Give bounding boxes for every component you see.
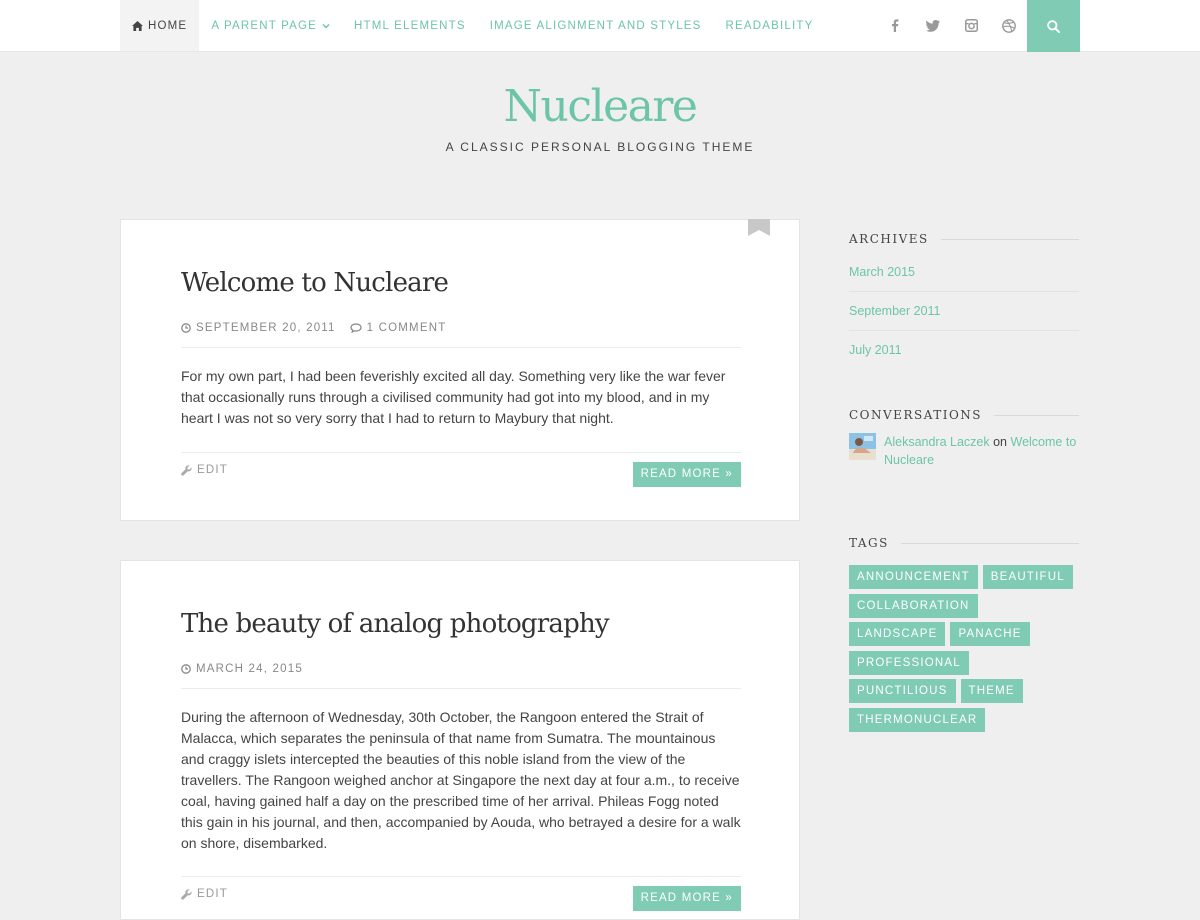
tag-link[interactable]: Collaboration xyxy=(849,593,978,618)
nav-item-home[interactable]: Home xyxy=(120,0,200,51)
tag-link[interactable]: Beautiful xyxy=(982,565,1073,589)
sidebar-tags: Tags Announcement Beautiful Collaboratio… xyxy=(849,535,1079,736)
nav-item-readability[interactable]: Readability xyxy=(714,0,826,51)
nav-item-label: HTML Elements xyxy=(354,19,466,32)
tag-link[interactable]: Thermonuclear xyxy=(849,707,986,732)
clock-icon xyxy=(181,664,191,674)
tag-link[interactable]: Punctilious xyxy=(849,679,956,703)
widget-title: Archives xyxy=(849,231,1079,247)
instagram-icon[interactable] xyxy=(952,0,990,51)
widget-title-text: Tags xyxy=(849,536,889,550)
facebook-icon[interactable] xyxy=(876,0,914,51)
post-title[interactable]: The beauty of analog photography xyxy=(181,609,741,639)
search-button[interactable] xyxy=(1027,0,1080,52)
conversation-item: Aleksandra Laczek on Welcome to Nucleare xyxy=(849,433,1079,469)
edit-link[interactable]: Edit xyxy=(181,464,228,476)
nav-item-label: A Parent Page xyxy=(211,19,318,32)
post-date[interactable]: September 20, 2011 xyxy=(181,322,336,334)
nav-item-label: Home xyxy=(148,19,188,32)
nav-item-label: Readability xyxy=(725,19,814,32)
widget-title-text: Conversations xyxy=(849,408,983,422)
archive-link[interactable]: September 2011 xyxy=(849,292,1079,331)
wrench-icon xyxy=(181,888,192,900)
divider xyxy=(994,414,1079,416)
edit-link[interactable]: Edit xyxy=(181,888,228,900)
post-footer: Edit Read more » xyxy=(181,452,741,487)
nav-item-html-elements[interactable]: HTML Elements xyxy=(342,0,478,51)
conversation-on: on xyxy=(993,435,1008,449)
site-branding: Nucleare A Classic Personal Blogging The… xyxy=(0,78,1200,154)
top-navigation-bar: Home A Parent Page HTML Elements Image A… xyxy=(0,0,1200,52)
site-tagline: A Classic Personal Blogging Theme xyxy=(445,140,755,154)
archive-list: March 2015 September 2011 July 2011 xyxy=(849,253,1079,369)
bookmark-icon xyxy=(748,219,770,236)
tag-link[interactable]: Announcement xyxy=(849,565,978,589)
post-meta: September 20, 2011 1 Comment xyxy=(181,317,741,348)
post-date-text: March 24, 2015 xyxy=(196,663,303,675)
sidebar-archives: Archives March 2015 September 2011 July … xyxy=(849,231,1079,369)
sidebar-conversations: Conversations Aleksandra Laczek on Welco… xyxy=(849,407,1079,469)
edit-label: Edit xyxy=(197,888,228,900)
main-menu: Home A Parent Page HTML Elements Image A… xyxy=(120,0,826,51)
read-more-button[interactable]: Read more » xyxy=(632,461,741,487)
divider xyxy=(940,238,1079,240)
post-card: The beauty of analog photography March 2… xyxy=(120,560,800,920)
avatar[interactable] xyxy=(849,433,876,460)
conversation-text: Aleksandra Laczek on Welcome to Nucleare xyxy=(884,433,1079,469)
edit-label: Edit xyxy=(197,464,228,476)
widget-title-text: Archives xyxy=(849,232,929,246)
site-title[interactable]: Nucleare xyxy=(0,78,1200,136)
home-icon xyxy=(132,20,143,31)
post-title[interactable]: Welcome to Nucleare xyxy=(181,268,741,298)
archive-link[interactable]: March 2015 xyxy=(849,253,1079,292)
tag-link[interactable]: Professional xyxy=(849,650,969,675)
search-icon xyxy=(1047,19,1060,33)
archive-link[interactable]: July 2011 xyxy=(849,331,1079,369)
post-date-text: September 20, 2011 xyxy=(196,322,336,334)
post-meta: March 24, 2015 xyxy=(181,658,741,689)
twitter-icon[interactable] xyxy=(914,0,952,51)
nav-item-parent-page[interactable]: A Parent Page xyxy=(199,0,342,51)
widget-title: Tags xyxy=(849,535,1079,551)
comment-icon xyxy=(350,323,362,333)
tag-cloud: Announcement Beautiful Collaboration Lan… xyxy=(849,565,1079,736)
post-comments-text: 1 Comment xyxy=(366,322,447,334)
social-links xyxy=(876,0,1028,51)
nav-item-image-alignment[interactable]: Image Alignment and Styles xyxy=(478,0,714,51)
comment-author-link[interactable]: Aleksandra Laczek xyxy=(884,435,990,449)
divider xyxy=(900,542,1079,544)
tag-link[interactable]: Panache xyxy=(950,622,1030,646)
tag-link[interactable]: Landscape xyxy=(849,622,946,646)
post-excerpt: For my own part, I had been feverishly e… xyxy=(181,368,726,426)
clock-icon xyxy=(181,323,191,333)
dribbble-icon[interactable] xyxy=(990,0,1028,51)
post-card: Welcome to Nucleare September 20, 2011 1… xyxy=(120,219,800,521)
post-date[interactable]: March 24, 2015 xyxy=(181,663,303,675)
read-more-button[interactable]: Read more » xyxy=(632,885,741,911)
nav-item-label: Image Alignment and Styles xyxy=(489,19,702,32)
wrench-icon xyxy=(181,464,192,476)
post-comments[interactable]: 1 Comment xyxy=(350,322,447,334)
widget-title: Conversations xyxy=(849,407,1079,423)
tag-link[interactable]: Theme xyxy=(960,679,1023,703)
chevron-down-icon xyxy=(322,23,330,29)
post-excerpt: During the afternoon of Wednesday, 30th … xyxy=(181,709,741,851)
post-footer: Edit Read more » xyxy=(181,876,741,911)
